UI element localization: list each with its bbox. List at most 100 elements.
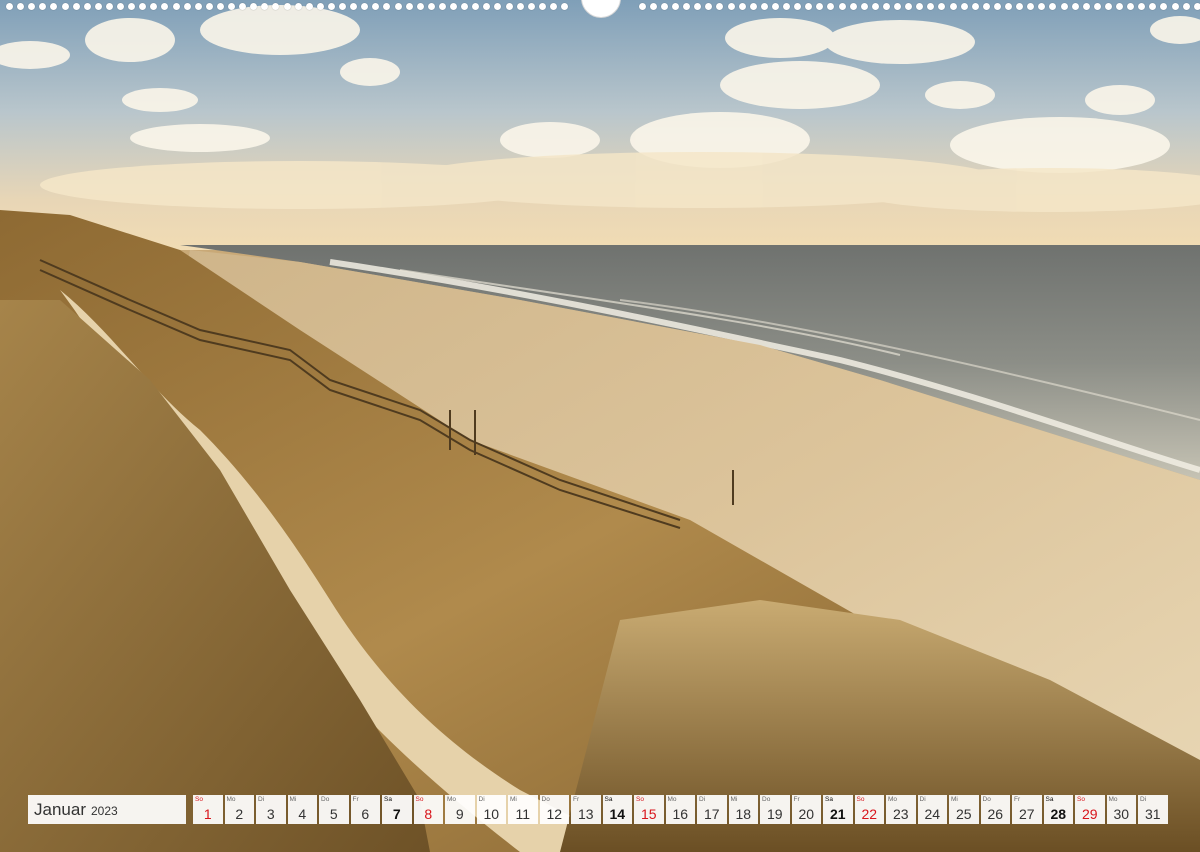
binding-hole (1138, 3, 1146, 10)
binding-hole (549, 3, 557, 10)
day-number: 29 (1081, 806, 1098, 822)
day-cell: Sa 7 (382, 795, 412, 824)
day-number: 5 (329, 806, 338, 822)
binding-hole (871, 3, 879, 10)
day-cell: Fr 13 (571, 795, 601, 824)
binding-hole (1005, 3, 1012, 10)
month-label: Januar 2023 (28, 795, 186, 824)
binding-hole (1104, 3, 1112, 10)
binding-hole (39, 3, 47, 10)
binding-hole (394, 3, 402, 10)
binding-hole (205, 3, 213, 10)
binding-hole (283, 3, 291, 10)
day-number: 2 (235, 806, 244, 822)
binding-hole (150, 3, 158, 10)
binding-hole (483, 3, 491, 10)
day-number: 12 (546, 806, 563, 822)
binding-hole (694, 3, 702, 10)
binding-hole (1027, 3, 1035, 10)
day-weekday: Di (258, 796, 265, 803)
day-number: 10 (483, 806, 500, 822)
day-number: 16 (672, 806, 689, 822)
binding-hole (1016, 3, 1024, 10)
day-cell: Di 10 (476, 795, 506, 824)
binding-hole (294, 3, 302, 10)
binding-hole (494, 3, 502, 10)
day-weekday: Di (919, 796, 926, 803)
day-cell: Mi 11 (508, 795, 538, 824)
day-weekday: Sa (825, 796, 833, 803)
day-cell: Mo 9 (445, 795, 475, 824)
binding-hole (61, 3, 69, 10)
day-cell: So 1 (193, 795, 223, 824)
day-weekday: Fr (352, 796, 359, 803)
binding-hole (94, 3, 102, 10)
day-cell: Di 31 (1138, 795, 1168, 824)
binding-hole (327, 3, 335, 10)
day-cell: Mi 18 (728, 795, 758, 824)
day-number: 25 (955, 806, 972, 822)
binding-hole (960, 3, 968, 10)
binding-hole (760, 3, 768, 10)
binding-hole (516, 3, 524, 10)
binding-hole (738, 3, 746, 10)
day-cell: Mo 16 (665, 795, 695, 824)
binding-hole (894, 3, 901, 10)
day-number: 7 (392, 806, 401, 822)
binding-hole (416, 3, 424, 10)
day-number: 20 (798, 806, 815, 822)
day-weekday: Mo (667, 796, 677, 803)
binding-hole (128, 3, 136, 10)
day-cell: Di 17 (697, 795, 727, 824)
binding-hole (1149, 3, 1157, 10)
binding-hole (794, 3, 802, 10)
day-weekday: Mi (730, 796, 738, 803)
calendar-strip: Januar 2023 So 1 Mo 2 Di 3 Mi 4 Do 5 Fr 6 Sa 7 So 8 Mo 9 D… (28, 795, 1168, 824)
day-weekday: So (415, 796, 424, 803)
binding-hole (239, 3, 247, 10)
day-weekday: Mo (447, 796, 457, 803)
day-weekday: Mo (1108, 796, 1118, 803)
binding-hole (727, 3, 735, 10)
day-number: 19 (766, 806, 783, 822)
binding-hole (771, 3, 779, 10)
day-weekday: So (636, 796, 644, 803)
day-number: 11 (515, 806, 531, 822)
day-weekday: Fr (573, 796, 580, 803)
day-cell: Sa 21 (823, 795, 853, 824)
binding-hole (261, 3, 269, 10)
day-weekday: Do (982, 796, 991, 803)
binding-hole (816, 3, 824, 10)
binding-hole (438, 3, 446, 10)
day-number: 31 (1144, 806, 1161, 822)
binding-hole (860, 3, 868, 10)
day-cell: Fr 6 (350, 795, 380, 824)
binding-hole (716, 3, 724, 10)
binding-hole (461, 3, 469, 10)
day-weekday: So (856, 796, 865, 803)
day-cell: Sa 14 (602, 795, 632, 824)
day-weekday: Sa (1045, 796, 1054, 803)
binding-hole (1071, 3, 1079, 10)
binding-hole (1182, 3, 1190, 10)
binding-hole (28, 3, 36, 10)
binding-hole (638, 3, 646, 10)
day-cell: Mo 2 (224, 795, 254, 824)
day-cell: So 29 (1075, 795, 1105, 824)
day-weekday: Sa (604, 796, 613, 803)
day-cell: Sa 28 (1043, 795, 1073, 824)
binding-hole (649, 3, 657, 10)
binding-hole (905, 3, 913, 10)
binding-hole (350, 3, 358, 10)
month-name: Januar (34, 799, 86, 819)
binding-hole (183, 3, 191, 10)
day-cell: So 8 (413, 795, 443, 824)
binding-hole (827, 3, 835, 10)
binding-hole (971, 3, 979, 10)
day-weekday: Di (478, 796, 485, 803)
day-number: 1 (203, 806, 212, 822)
day-number: 14 (609, 806, 626, 822)
binding-hole (172, 3, 180, 10)
binding-hole (372, 3, 380, 10)
binding-hole (1193, 3, 1200, 10)
